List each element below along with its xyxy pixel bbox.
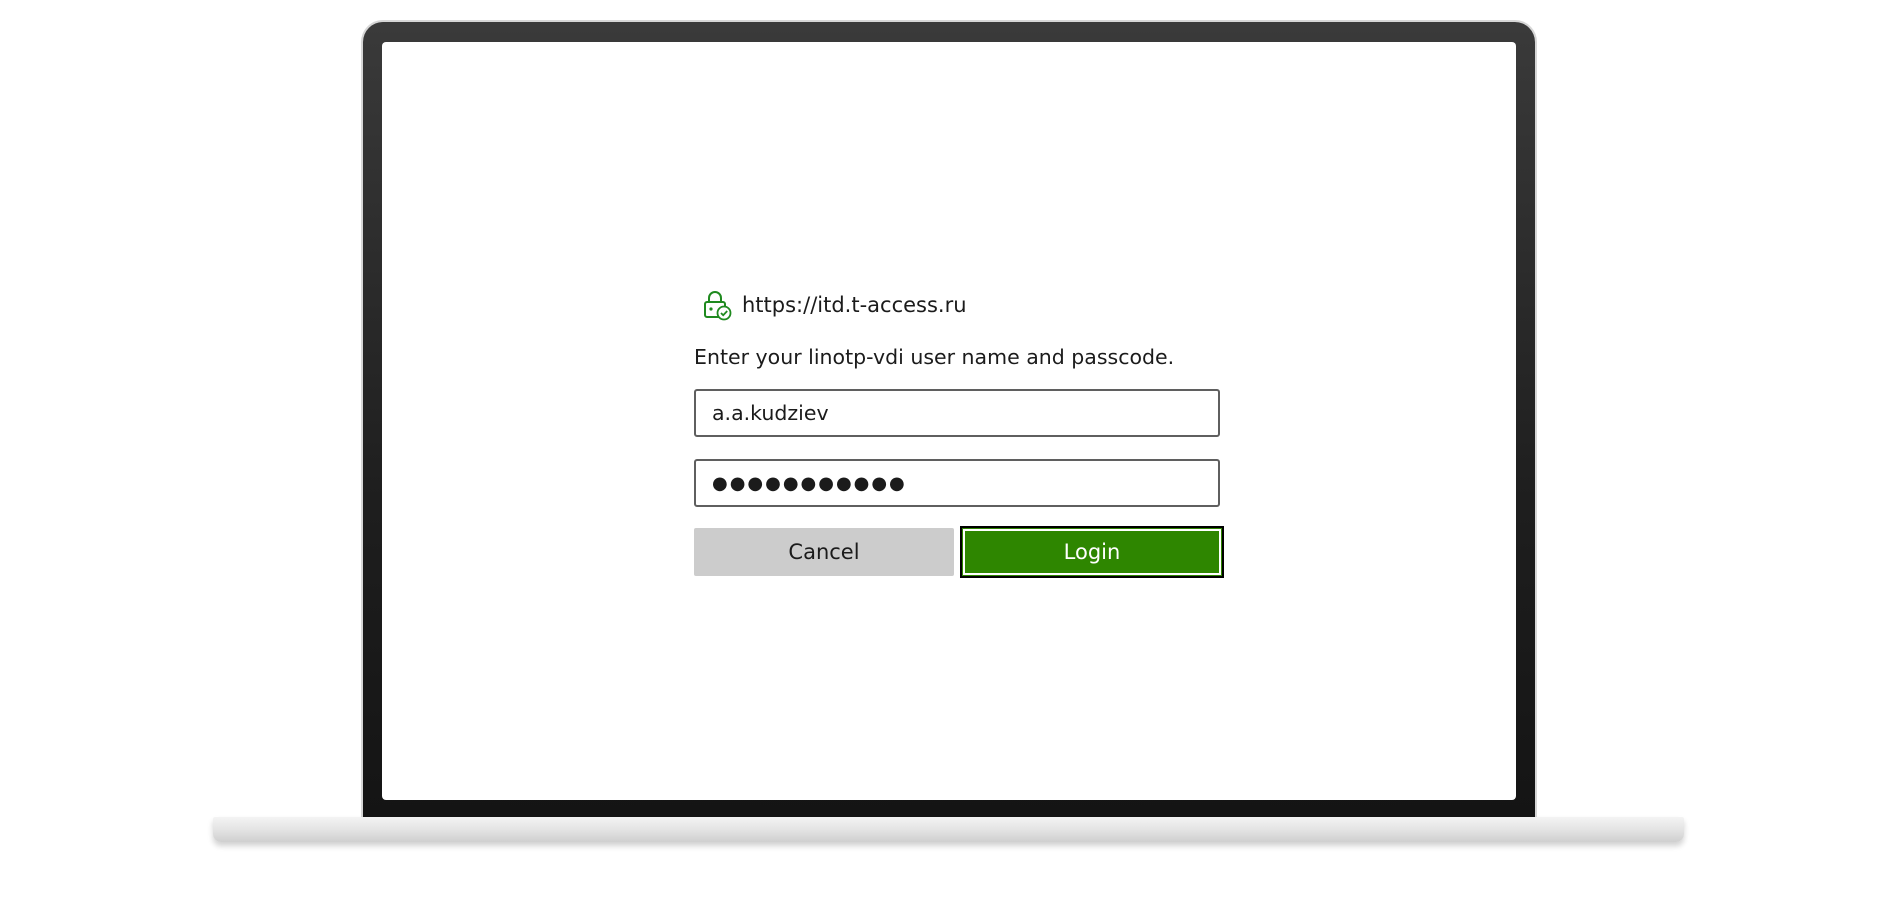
laptop-frame: https://itd.t-access.ru Enter your linot…: [363, 22, 1535, 822]
origin-row: https://itd.t-access.ru: [701, 287, 1224, 323]
passcode-masked-value: ●●●●●●●●●●●: [712, 472, 907, 494]
prompt-text: Enter your linotp-vdi user name and pass…: [694, 345, 1175, 369]
login-dialog: https://itd.t-access.ru Enter your linot…: [694, 287, 1224, 584]
screen: https://itd.t-access.ru Enter your linot…: [382, 42, 1516, 800]
login-button[interactable]: Login: [960, 526, 1224, 578]
button-row: Cancel Login: [694, 526, 1224, 584]
origin-url: https://itd.t-access.ru: [742, 293, 967, 317]
login-label: Login: [1063, 540, 1121, 564]
passcode-field[interactable]: ●●●●●●●●●●●: [694, 459, 1220, 507]
username-field[interactable]: a.a.kudziev: [694, 389, 1220, 437]
cancel-button[interactable]: Cancel: [694, 528, 954, 576]
username-value: a.a.kudziev: [712, 401, 829, 425]
lock-check-icon: [704, 291, 732, 321]
laptop-base: [213, 817, 1684, 842]
cancel-label: Cancel: [788, 540, 860, 564]
